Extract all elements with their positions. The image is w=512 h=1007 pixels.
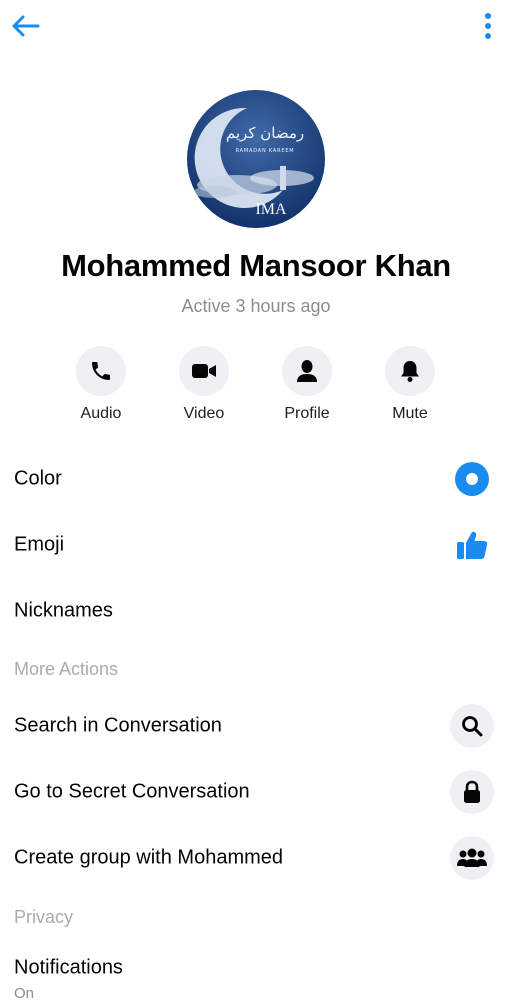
color-label: Color	[14, 467, 62, 490]
color-circle-icon	[455, 462, 489, 496]
emoji-row[interactable]: Emoji	[0, 517, 512, 573]
search-in-conversation-row[interactable]: Search in Conversation	[0, 698, 512, 754]
search-icon	[462, 716, 483, 737]
person-icon	[297, 360, 317, 382]
lock-icon	[464, 780, 480, 803]
profile-label: Profile	[284, 405, 330, 422]
notifications-row[interactable]: Notifications	[0, 953, 512, 983]
emoji-label: Emoji	[14, 533, 65, 556]
notifications-label: Notifications	[14, 956, 123, 979]
secret-conversation-label: Go to Secret Conversation	[14, 780, 250, 803]
video-call-button[interactable]: Video	[154, 346, 254, 423]
audio-call-button[interactable]: Audio	[51, 346, 151, 423]
phone-icon	[92, 362, 110, 380]
notifications-value: On	[14, 985, 35, 1002]
group-icon	[457, 848, 487, 867]
avatar-script-text: رمضان كريم	[226, 124, 304, 142]
thumbs-up-icon	[457, 531, 488, 559]
active-status: Active 3 hours ago	[181, 296, 331, 316]
top-bar	[0, 0, 512, 52]
back-button[interactable]	[6, 8, 44, 44]
video-camera-icon	[192, 364, 216, 378]
mute-label: Mute	[392, 405, 428, 422]
avatar-caption: RAMADAN KAREEM	[236, 148, 295, 154]
create-group-row[interactable]: Create group with Mohammed	[0, 830, 512, 886]
bell-icon	[401, 361, 419, 382]
create-group-label: Create group with Mohammed	[14, 846, 284, 869]
color-row[interactable]: Color	[0, 451, 512, 507]
audio-label: Audio	[80, 405, 122, 422]
more-actions-heading: More Actions	[14, 659, 119, 679]
more-options-button[interactable]	[476, 8, 500, 44]
privacy-heading: Privacy	[14, 907, 74, 927]
mute-button[interactable]: Mute	[360, 346, 460, 423]
profile-button[interactable]: Profile	[257, 346, 357, 423]
nicknames-row[interactable]: Nicknames	[0, 583, 512, 639]
more-vertical-icon	[485, 13, 491, 39]
quick-actions: Audio Video Profile Mute	[0, 346, 512, 426]
avatar-brand: IMA	[255, 201, 287, 218]
search-in-conversation-label: Search in Conversation	[14, 714, 222, 737]
avatar[interactable]: رمضان كريم RAMADAN KAREEM IMA	[187, 90, 325, 228]
profile-name: Mohammed Mansoor Khan	[61, 248, 451, 283]
back-arrow-icon	[12, 15, 40, 37]
nicknames-label: Nicknames	[14, 599, 113, 622]
secret-conversation-row[interactable]: Go to Secret Conversation	[0, 764, 512, 820]
video-label: Video	[183, 405, 225, 422]
